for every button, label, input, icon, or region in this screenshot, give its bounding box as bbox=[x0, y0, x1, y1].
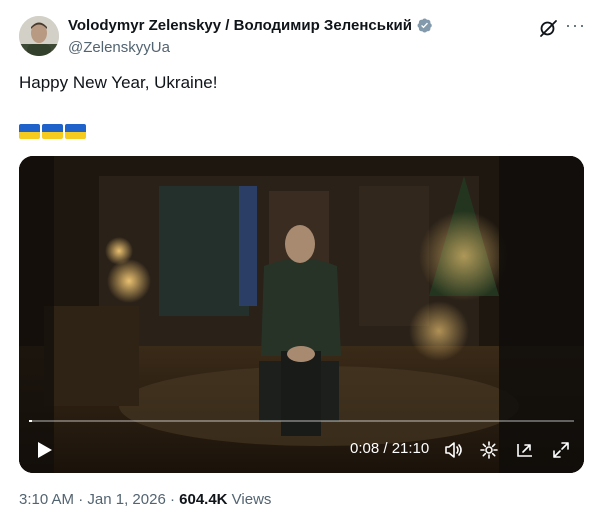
views-count: 604.4K bbox=[179, 491, 228, 508]
meta-separator: · bbox=[74, 491, 88, 508]
video-player[interactable]: 0:08 / 21:10 bbox=[19, 156, 584, 473]
avatar[interactable] bbox=[19, 16, 59, 56]
volume-icon[interactable] bbox=[443, 440, 463, 460]
author-name[interactable]: Volodymyr Zelenskyy / Володимир Зеленськ… bbox=[68, 17, 412, 34]
video-progress-fill bbox=[29, 420, 33, 422]
ukraine-flag-icon bbox=[65, 124, 86, 139]
ukraine-flag-icon bbox=[42, 124, 63, 139]
video-progress-bar[interactable] bbox=[29, 420, 574, 422]
video-time: 0:08 / 21:10 bbox=[350, 440, 430, 457]
author-handle[interactable]: @ZelenskyyUa bbox=[68, 39, 170, 56]
meta-separator-2: · bbox=[165, 491, 180, 508]
fullscreen-icon[interactable] bbox=[551, 440, 571, 460]
more-icon[interactable]: ··· bbox=[565, 15, 586, 36]
avatar-image bbox=[19, 16, 59, 56]
post-time[interactable]: 3:10 AM bbox=[19, 491, 74, 508]
emoji-flags bbox=[19, 124, 86, 139]
video-frame bbox=[19, 156, 584, 473]
tweet-meta: 3:10 AM · Jan 1, 2026 · 604.4K Views bbox=[19, 491, 271, 508]
ukraine-flag-icon bbox=[19, 124, 40, 139]
grok-icon[interactable] bbox=[538, 18, 558, 38]
post-date[interactable]: Jan 1, 2026 bbox=[87, 491, 165, 508]
pip-icon[interactable] bbox=[515, 440, 535, 460]
play-icon[interactable] bbox=[33, 439, 55, 461]
tweet-text: Happy New Year, Ukraine! bbox=[19, 73, 218, 92]
author-name-row: Volodymyr Zelenskyy / Володимир Зеленськ… bbox=[68, 17, 433, 34]
settings-icon[interactable] bbox=[479, 440, 499, 460]
views-label: Views bbox=[227, 491, 272, 508]
verified-badge-icon bbox=[417, 18, 432, 33]
